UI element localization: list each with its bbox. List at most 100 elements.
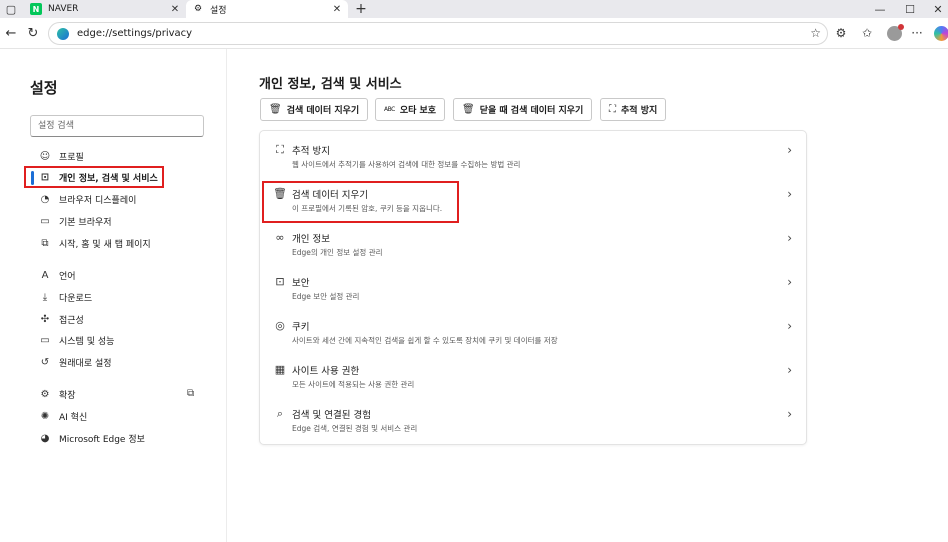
settings-sidebar: 설정 ☺ 프로필 ⊡ 개인 정보, 검색 및 서비스 ◔ 브라우저 디스플레이 … xyxy=(0,49,227,542)
sidebar-item-label: 프로필 xyxy=(59,152,84,163)
row-privacy[interactable]: ∞ 개인 정보 Edge의 개인 정보 설정 관리 › xyxy=(260,219,808,263)
title-bar: ▢ N NAVER ✕ ⚙ 설정 ✕ + — ☐ ✕ xyxy=(0,0,948,18)
profile-icon: ☺ xyxy=(39,150,51,162)
row-label: 추적 방지 xyxy=(292,146,330,157)
address-bar[interactable]: edge://settings/privacy ☆ xyxy=(48,22,828,45)
settings-search-input[interactable] xyxy=(30,115,204,137)
button-label: 검색 데이터 지우기 xyxy=(286,106,360,116)
sidebar-item-profile[interactable]: ☺ 프로필 xyxy=(38,147,84,165)
new-tab-button[interactable]: + xyxy=(352,0,370,18)
chevron-right-icon: › xyxy=(787,319,792,333)
highlight-box xyxy=(24,166,164,188)
chevron-right-icon: › xyxy=(787,407,792,421)
button-label: 오타 보호 xyxy=(399,106,437,116)
site-permissions-icon: ▦ xyxy=(274,363,286,376)
browser-icon: ▭ xyxy=(40,215,50,227)
back-icon[interactable]: ← xyxy=(2,24,20,42)
typo-protection-button[interactable]: ABC 오타 보호 xyxy=(375,98,446,121)
extensions-icon[interactable]: ⚙ xyxy=(832,24,850,42)
sidebar-item-label: 원래대로 설정 xyxy=(59,358,112,369)
sidebar-item-label: 다운로드 xyxy=(59,293,93,304)
sidebar-item-language[interactable]: A 언어 xyxy=(38,266,76,284)
chevron-right-icon: › xyxy=(787,231,792,245)
sidebar-item-about[interactable]: ◕ Microsoft Edge 정보 xyxy=(38,429,145,447)
ai-icon: ✺ xyxy=(40,410,50,422)
tracking-icon: ⛶ xyxy=(609,104,616,115)
search-icon: ⌕ xyxy=(276,407,284,420)
row-label: 검색 및 연결된 경험 xyxy=(292,410,371,421)
row-site-permissions[interactable]: ▦ 사이트 사용 권한 모든 사이트에 적용되는 사용 권한 관리 › xyxy=(260,351,808,395)
refresh-icon[interactable]: ↻ xyxy=(24,24,42,42)
row-description: 사이트와 세션 간에 지속적인 검색을 쉽게 할 수 있도록 장치에 쿠키 및 … xyxy=(292,336,558,345)
sidebar-item-label: 브라우저 디스플레이 xyxy=(59,195,137,206)
naver-icon: N xyxy=(30,3,42,15)
glasses-icon: ∞ xyxy=(275,231,285,244)
tab-naver[interactable]: N NAVER ✕ xyxy=(24,0,186,18)
reset-icon: ↺ xyxy=(40,356,50,368)
external-link-icon[interactable]: ⧉ xyxy=(187,388,194,399)
row-description: 모든 사이트에 적용되는 사용 권한 관리 xyxy=(292,380,415,389)
sidebar-item-label: 시스템 및 성능 xyxy=(59,336,115,347)
sidebar-item-label: 기본 브라우저 xyxy=(59,217,112,228)
maximize-icon[interactable]: ☐ xyxy=(896,0,924,18)
sidebar-item-label: 언어 xyxy=(59,271,76,282)
sidebar-item-start-home[interactable]: ⧉ 시작, 홈 및 새 탭 페이지 xyxy=(38,234,150,252)
close-tab-icon[interactable]: ✕ xyxy=(168,4,182,15)
sidebar-item-system[interactable]: ▭ 시스템 및 성능 xyxy=(38,331,114,349)
row-cookies[interactable]: ◎ 쿠키 사이트와 세션 간에 지속적인 검색을 쉽게 할 수 있도록 장치에 … xyxy=(260,307,808,351)
row-label: 보안 xyxy=(292,278,310,289)
home-tab-icon: ⧉ xyxy=(41,237,49,249)
row-label: 쿠키 xyxy=(292,322,310,333)
row-label: 개인 정보 xyxy=(292,234,330,245)
close-window-icon[interactable]: ✕ xyxy=(924,0,948,18)
tab-actions-icon[interactable]: ▢ xyxy=(0,0,22,18)
row-security[interactable]: ⊡ 보안 Edge 보안 설정 관리 › xyxy=(260,263,808,307)
row-label: 사이트 사용 권한 xyxy=(292,366,360,377)
system-icon: ▭ xyxy=(40,334,50,346)
chevron-right-icon: › xyxy=(787,363,792,377)
cookie-icon: ◎ xyxy=(275,319,285,332)
button-label: 닫을 때 검색 데이터 지우기 xyxy=(479,106,584,116)
tracking-prevention-button[interactable]: ⛶ 추적 방지 xyxy=(600,98,667,121)
row-search-services[interactable]: ⌕ 검색 및 연결된 경험 Edge 검색, 연결된 경험 및 서비스 관리 › xyxy=(260,395,808,439)
more-options-icon[interactable]: ··· xyxy=(908,24,926,42)
copilot-icon[interactable] xyxy=(934,26,948,41)
sidebar-item-extensions[interactable]: ⚙ 확장 xyxy=(38,385,76,403)
chevron-right-icon: › xyxy=(787,143,792,157)
chevron-right-icon: › xyxy=(787,275,792,289)
edge-icon: ◕ xyxy=(40,432,50,444)
gear-icon: ⚙ xyxy=(193,4,203,14)
trash-icon: 🗑 xyxy=(269,104,282,115)
sidebar-item-downloads[interactable]: ⤓ 다운로드 xyxy=(38,288,92,306)
browser-toolbar: ← ↻ edge://settings/privacy ☆ ⚙ ✩ ··· xyxy=(0,18,948,49)
url-text[interactable]: edge://settings/privacy xyxy=(77,28,192,39)
sidebar-item-label: AI 혁신 xyxy=(59,412,88,423)
profile-avatar[interactable] xyxy=(887,24,904,41)
sidebar-title: 설정 xyxy=(30,79,58,97)
clear-on-close-button[interactable]: 🗑 닫을 때 검색 데이터 지우기 xyxy=(453,98,593,121)
minimize-icon[interactable]: — xyxy=(866,0,894,18)
download-icon: ⤓ xyxy=(42,291,48,303)
sidebar-item-ai[interactable]: ✺ AI 혁신 xyxy=(38,407,87,425)
row-description: Edge의 개인 정보 설정 관리 xyxy=(292,248,383,257)
page-title: 개인 정보, 검색 및 서비스 xyxy=(259,77,402,92)
row-description: Edge 보안 설정 관리 xyxy=(292,292,360,301)
sidebar-item-reset[interactable]: ↺ 원래대로 설정 xyxy=(38,353,112,371)
button-label: 추적 방지 xyxy=(621,106,658,116)
row-description: Edge 검색, 연결된 경험 및 서비스 관리 xyxy=(292,424,418,433)
sidebar-item-accessibility[interactable]: ✣ 접근성 xyxy=(38,310,84,328)
language-icon: A xyxy=(41,269,49,281)
tab-settings[interactable]: ⚙ 설정 ✕ xyxy=(186,0,348,18)
chevron-right-icon: › xyxy=(787,187,792,201)
favorite-star-icon[interactable]: ☆ xyxy=(810,26,821,40)
favorites-icon[interactable]: ✩ xyxy=(858,24,876,42)
sidebar-item-default-browser[interactable]: ▭ 기본 브라우저 xyxy=(38,212,112,230)
sidebar-item-label: 확장 xyxy=(59,390,76,401)
highlight-box xyxy=(262,181,459,223)
clear-browsing-data-button[interactable]: 🗑 검색 데이터 지우기 xyxy=(260,98,369,121)
sidebar-item-appearance[interactable]: ◔ 브라우저 디스플레이 xyxy=(38,190,137,208)
abc-check-icon: ABC xyxy=(384,106,395,113)
row-description: 웹 사이트에서 추적기를 사용하여 검색에 대한 정보를 수집하는 방법 관리 xyxy=(292,160,521,169)
close-tab-icon[interactable]: ✕ xyxy=(330,4,344,15)
row-tracking-prevention[interactable]: ⛶ 추적 방지 웹 사이트에서 추적기를 사용하여 검색에 대한 정보를 수집하… xyxy=(260,131,808,175)
